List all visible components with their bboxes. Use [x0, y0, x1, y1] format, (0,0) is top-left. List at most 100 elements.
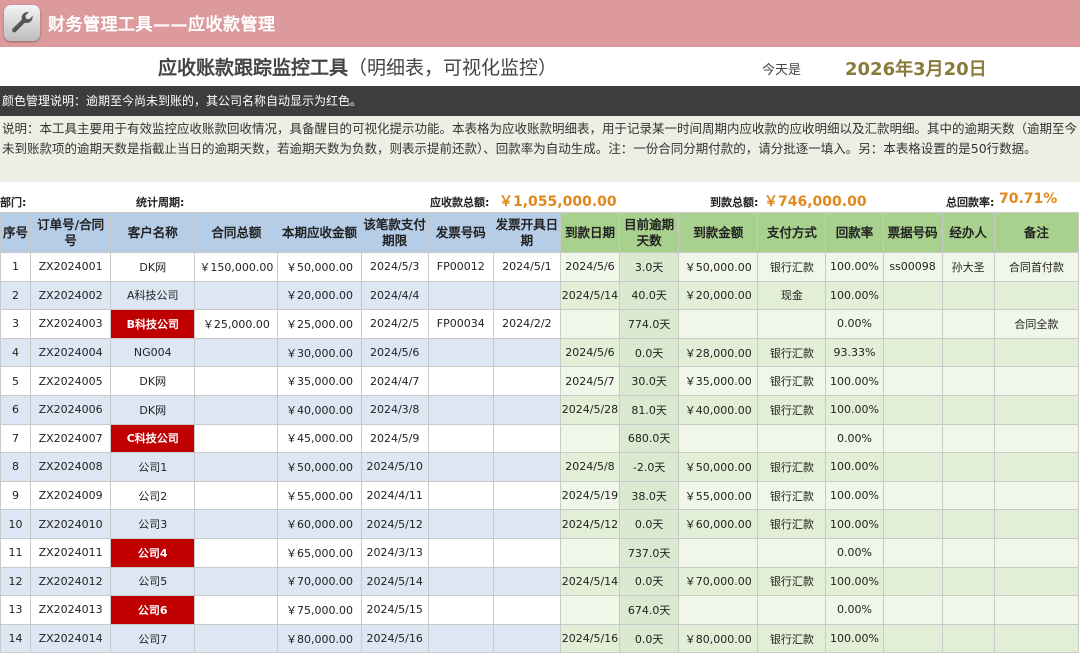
cell-due-amount[interactable]: ￥50,000.00 [277, 452, 362, 482]
cell-invoice-date[interactable]: 2024/5/1 [492, 252, 561, 282]
cell-received[interactable] [678, 423, 759, 454]
cell-arrival-date[interactable]: 2024/5/28 [559, 394, 621, 425]
cell-deadline[interactable]: 2024/3/8 [360, 394, 429, 425]
cell-due-amount[interactable]: ￥50,000.00 [277, 252, 362, 282]
cell-contract[interactable] [194, 623, 279, 654]
cell-contract[interactable] [194, 280, 279, 311]
cell-handler[interactable]: 孙大圣 [941, 252, 995, 282]
header-note[interactable]: 备注 [993, 212, 1080, 253]
cell-bill-no[interactable] [882, 509, 943, 539]
cell-handler[interactable] [941, 394, 995, 425]
cell-invoice-no[interactable] [427, 509, 494, 539]
cell-order[interactable]: ZX2024002 [30, 280, 112, 311]
cell-bill-no[interactable] [882, 309, 943, 339]
cell-client[interactable]: B科技公司 [110, 309, 196, 339]
cell-order[interactable]: ZX2024012 [30, 566, 112, 597]
cell-bill-no[interactable] [882, 423, 943, 454]
cell-received[interactable]: ￥70,000.00 [678, 566, 759, 597]
header-client[interactable]: 客户名称 [110, 212, 196, 253]
cell-note[interactable] [993, 394, 1080, 425]
cell-rate[interactable]: 100.00% [825, 623, 884, 654]
cell-arrival-date[interactable]: 2024/5/14 [559, 280, 621, 311]
header-method[interactable]: 支付方式 [757, 212, 827, 253]
cell-contract[interactable] [194, 566, 279, 597]
header-invoice-date[interactable]: 发票开具日期 [492, 212, 561, 253]
cell-note[interactable] [993, 595, 1080, 625]
cell-due-amount[interactable]: ￥25,000.00 [277, 309, 362, 339]
cell-contract[interactable] [194, 423, 279, 454]
cell-invoice-date[interactable] [492, 509, 561, 539]
cell-invoice-date[interactable]: 2024/2/2 [492, 309, 561, 339]
cell-note[interactable] [993, 280, 1080, 311]
cell-invoice-no[interactable] [427, 366, 494, 396]
cell-invoice-no[interactable] [427, 480, 494, 511]
cell-order[interactable]: ZX2024011 [30, 537, 112, 568]
cell-invoice-no[interactable] [427, 280, 494, 311]
cell-overdue-days[interactable]: 81.0天 [619, 394, 680, 425]
cell-handler[interactable] [941, 452, 995, 482]
cell-due-amount[interactable]: ￥30,000.00 [277, 337, 362, 368]
cell-received[interactable]: ￥55,000.00 [678, 480, 759, 511]
cell-method[interactable]: 银行汇款 [757, 337, 827, 368]
cell-method[interactable]: 银行汇款 [757, 623, 827, 654]
cell-due-amount[interactable]: ￥20,000.00 [277, 280, 362, 311]
cell-received[interactable] [678, 595, 759, 625]
cell-contract[interactable] [194, 537, 279, 568]
cell-bill-no[interactable] [882, 394, 943, 425]
cell-order[interactable]: ZX2024013 [30, 595, 112, 625]
cell-note[interactable] [993, 423, 1080, 454]
cell-overdue-days[interactable]: 0.0天 [619, 566, 680, 597]
cell-client[interactable]: DK网 [110, 366, 196, 396]
cell-note[interactable] [993, 537, 1080, 568]
cell-client[interactable]: NG004 [110, 337, 196, 368]
cell-due-amount[interactable]: ￥75,000.00 [277, 595, 362, 625]
cell-handler[interactable] [941, 537, 995, 568]
header-order[interactable]: 订单号/合同号 [30, 212, 112, 253]
cell-method[interactable]: 银行汇款 [757, 509, 827, 539]
cell-received[interactable]: ￥28,000.00 [678, 337, 759, 368]
cell-contract[interactable]: ￥25,000.00 [194, 309, 279, 339]
cell-deadline[interactable]: 2024/2/5 [360, 309, 429, 339]
cell-invoice-no[interactable]: FP00012 [427, 252, 494, 282]
cell-bill-no[interactable] [882, 566, 943, 597]
cell-deadline[interactable]: 2024/5/12 [360, 509, 429, 539]
cell-rate[interactable]: 100.00% [825, 566, 884, 597]
cell-bill-no[interactable] [882, 280, 943, 311]
cell-overdue-days[interactable]: 3.0天 [619, 252, 680, 282]
cell-arrival-date[interactable]: 2024/5/16 [559, 623, 621, 654]
cell-note[interactable] [993, 480, 1080, 511]
cell-order[interactable]: ZX2024007 [30, 423, 112, 454]
cell-contract[interactable] [194, 595, 279, 625]
cell-client[interactable]: 公司1 [110, 452, 196, 482]
cell-no[interactable]: 2 [0, 280, 32, 311]
cell-overdue-days[interactable]: -2.0天 [619, 452, 680, 482]
cell-client[interactable]: 公司6 [110, 595, 196, 625]
cell-no[interactable]: 11 [0, 537, 32, 568]
header-handler[interactable]: 经办人 [941, 212, 995, 253]
cell-deadline[interactable]: 2024/5/15 [360, 595, 429, 625]
cell-order[interactable]: ZX2024004 [30, 337, 112, 368]
header-arrival-date[interactable]: 到款日期 [559, 212, 621, 253]
cell-note[interactable] [993, 366, 1080, 396]
cell-invoice-date[interactable] [492, 452, 561, 482]
cell-invoice-date[interactable] [492, 394, 561, 425]
cell-deadline[interactable]: 2024/4/11 [360, 480, 429, 511]
cell-no[interactable]: 13 [0, 595, 32, 625]
cell-method[interactable]: 银行汇款 [757, 480, 827, 511]
cell-overdue-days[interactable]: 0.0天 [619, 509, 680, 539]
cell-invoice-no[interactable] [427, 537, 494, 568]
cell-note[interactable] [993, 509, 1080, 539]
cell-rate[interactable]: 0.00% [825, 537, 884, 568]
cell-handler[interactable] [941, 509, 995, 539]
cell-no[interactable]: 12 [0, 566, 32, 597]
header-invoice-no[interactable]: 发票号码 [427, 212, 494, 253]
cell-method[interactable] [757, 423, 827, 454]
cell-invoice-date[interactable] [492, 480, 561, 511]
cell-rate[interactable]: 100.00% [825, 394, 884, 425]
cell-received[interactable]: ￥40,000.00 [678, 394, 759, 425]
cell-invoice-no[interactable] [427, 623, 494, 654]
cell-no[interactable]: 14 [0, 623, 32, 654]
cell-bill-no[interactable] [882, 595, 943, 625]
cell-due-amount[interactable]: ￥45,000.00 [277, 423, 362, 454]
cell-arrival-date[interactable] [559, 537, 621, 568]
